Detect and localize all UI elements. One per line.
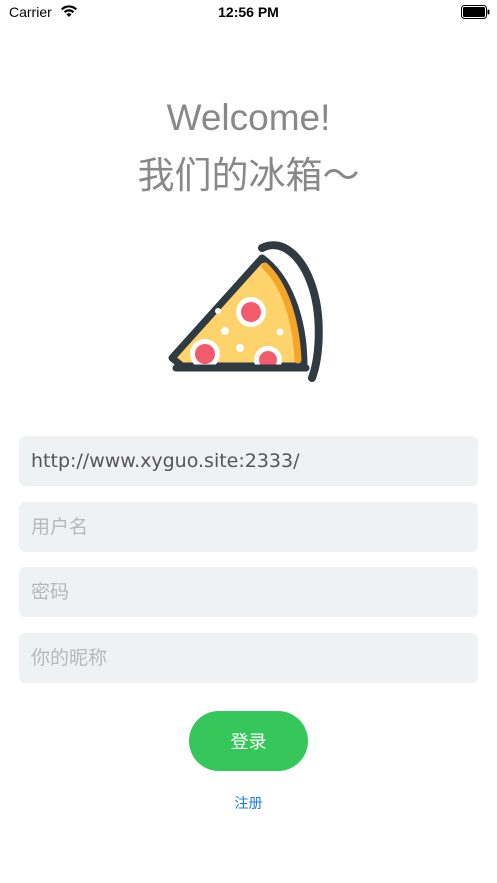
welcome-title: Welcome! — [166, 97, 331, 138]
battery-icon — [461, 5, 490, 19]
status-time: 12:56 PM — [218, 4, 279, 20]
login-button[interactable]: 登录 — [189, 711, 308, 771]
register-link[interactable]: 注册 — [0, 793, 497, 813]
server-url-input[interactable] — [19, 436, 478, 486]
username-input[interactable] — [19, 502, 478, 552]
password-input[interactable] — [19, 567, 478, 617]
pizza-slice-icon — [168, 241, 323, 382]
nickname-input[interactable] — [19, 633, 478, 683]
status-bar: Carrier 12:56 PM — [0, 0, 497, 26]
app-subtitle: 我们的冰箱～ — [137, 154, 360, 197]
